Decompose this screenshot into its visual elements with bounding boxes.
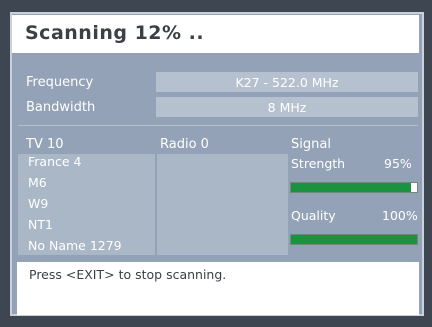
strength-label: Strength	[291, 156, 346, 171]
scan-progress-title: Scanning 12% ..	[25, 22, 205, 44]
tv-channel-list: France 4 M6 W9 NT1 No Name 1279	[18, 154, 155, 255]
signal-header: Signal	[291, 137, 331, 152]
bandwidth-label: Bandwidth	[26, 100, 96, 115]
radio-count-header: Radio 0	[160, 137, 209, 152]
frequency-label: Frequency	[26, 75, 94, 90]
strength-value: 95%	[384, 156, 412, 171]
quality-label: Quality	[291, 208, 336, 223]
tv-channel-item: France 4	[28, 154, 82, 169]
frequency-value-text: K27 - 522.0 MHz	[235, 74, 339, 90]
tv-channel-item: W9	[28, 196, 49, 211]
bandwidth-value-text: 8 MHz	[267, 99, 307, 115]
tv-count-header: TV 10	[26, 137, 64, 152]
strength-bar	[290, 182, 418, 193]
tv-channel-item: M6	[28, 175, 47, 190]
help-footer: Press <EXIT> to stop scanning.	[17, 262, 419, 315]
tv-channel-item: No Name 1279	[28, 238, 122, 253]
radio-channel-list	[157, 154, 288, 255]
scan-header: Scanning 12% ..	[12, 15, 419, 53]
quality-value: 100%	[382, 208, 418, 223]
frequency-value: K27 - 522.0 MHz	[156, 72, 418, 92]
divider	[18, 125, 418, 126]
exit-hint: Press <EXIT> to stop scanning.	[29, 267, 227, 282]
quality-bar-fill	[291, 235, 417, 244]
bandwidth-value: 8 MHz	[156, 97, 418, 117]
quality-bar	[290, 234, 418, 245]
tv-channel-item: NT1	[28, 217, 53, 232]
strength-bar-fill	[291, 183, 411, 192]
